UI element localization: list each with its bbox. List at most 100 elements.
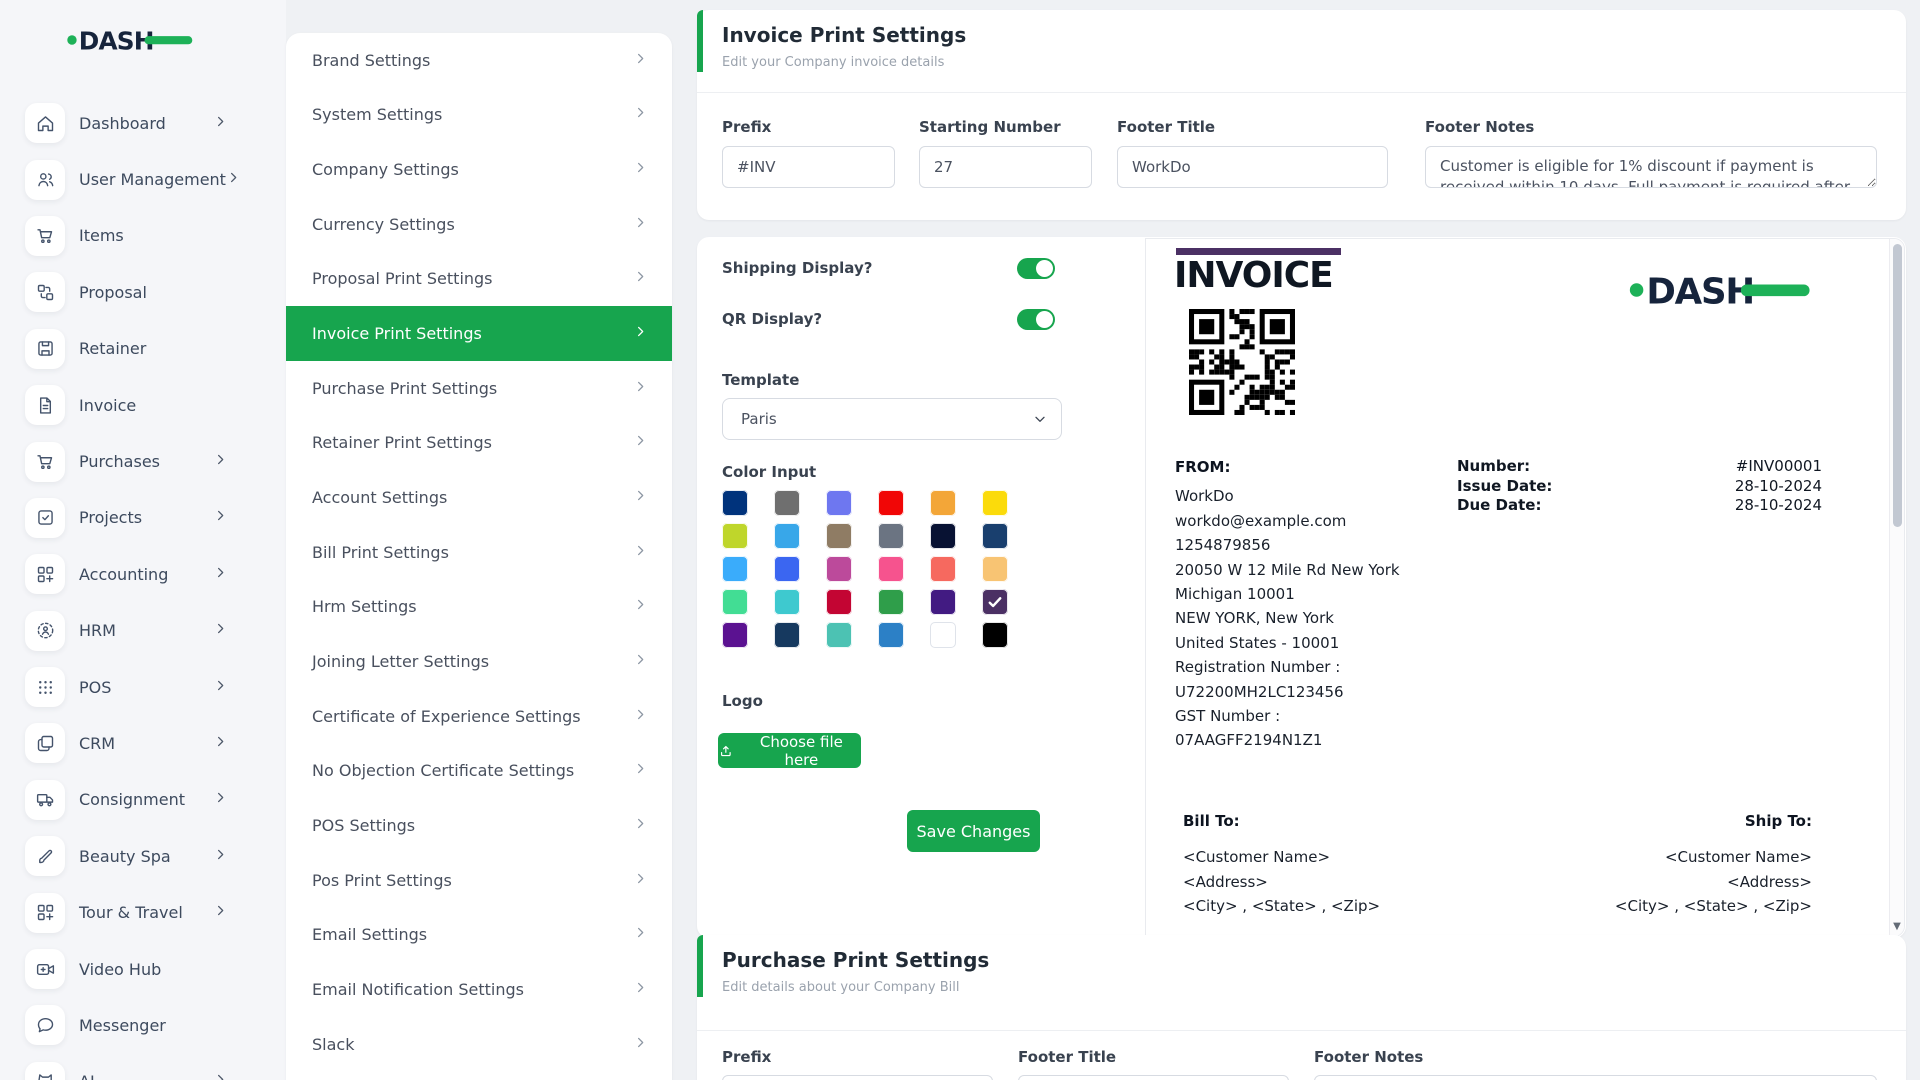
sidebar-item-retainer[interactable]: Retainer	[0, 321, 286, 377]
from-line: 1254879856	[1175, 533, 1515, 557]
meta-label: Due Date:	[1457, 496, 1541, 516]
sidebar-item-pos[interactable]: POS	[0, 659, 286, 715]
settings-item-label: Certificate of Experience Settings	[312, 707, 581, 726]
brand-logo[interactable]: DASH	[66, 22, 194, 58]
settings-item-account-settings[interactable]: Account Settings	[286, 470, 672, 525]
purchase-footer-notes-input[interactable]	[1314, 1075, 1877, 1080]
cart-icon	[25, 216, 65, 256]
settings-item-pos-print-settings[interactable]: Pos Print Settings	[286, 853, 672, 908]
color-swatch-13[interactable]	[774, 556, 800, 582]
color-swatch-26[interactable]	[826, 622, 852, 648]
color-swatch-7[interactable]	[774, 523, 800, 549]
settings-item-system-settings[interactable]: System Settings	[286, 88, 672, 143]
settings-item-retainer-print-settings[interactable]: Retainer Print Settings	[286, 416, 672, 471]
sidebar-item-items[interactable]: Items	[0, 208, 286, 264]
color-swatch-5[interactable]	[982, 490, 1008, 516]
sidebar-item-proposal[interactable]: Proposal	[0, 264, 286, 320]
ship-to-lines: <Customer Name><Address><City> , <State>…	[1615, 845, 1812, 918]
choose-file-button[interactable]: Choose file here	[718, 733, 861, 768]
settings-item-label: Bill Print Settings	[312, 543, 449, 562]
color-swatch-21[interactable]	[878, 589, 904, 615]
sidebar-item-purchases[interactable]: Purchases	[0, 433, 286, 489]
color-swatch-28[interactable]	[930, 622, 956, 648]
sidebar-item-messenger[interactable]: Messenger	[0, 997, 286, 1053]
user-scan-icon	[25, 611, 65, 651]
settings-item-pos-settings[interactable]: POS Settings	[286, 798, 672, 853]
sidebar-item-dashboard[interactable]: Dashboard	[0, 95, 286, 151]
color-swatch-25[interactable]	[774, 622, 800, 648]
sidebar-item-crm[interactable]: CRM	[0, 715, 286, 771]
color-swatch-0[interactable]	[722, 490, 748, 516]
color-swatch-6[interactable]	[722, 523, 748, 549]
sidebar-item-ai[interactable]: AI	[0, 1054, 286, 1080]
invoice-preview: INVOICE DASH FROM: WorkDoworkdo@example.…	[1145, 238, 1905, 937]
preview-scrollbar-thumb[interactable]	[1893, 244, 1902, 527]
color-swatch-24[interactable]	[722, 622, 748, 648]
chevron-right-icon	[633, 980, 648, 999]
sidebar-item-hrm[interactable]: HRM	[0, 603, 286, 659]
prefix-input[interactable]	[722, 146, 895, 188]
starting-number-input[interactable]	[919, 146, 1092, 188]
purchase-footer-title-input[interactable]	[1018, 1075, 1289, 1080]
save-changes-button[interactable]: Save Changes	[907, 810, 1040, 852]
footer-title-input[interactable]	[1117, 146, 1388, 188]
footer-notes-input[interactable]: Customer is eligible for 1% discount if …	[1425, 146, 1877, 188]
purchase-prefix-input[interactable]	[722, 1075, 993, 1080]
sidebar-item-accounting[interactable]: Accounting	[0, 546, 286, 602]
color-swatch-17[interactable]	[982, 556, 1008, 582]
color-swatch-2[interactable]	[826, 490, 852, 516]
meta-label: Number:	[1457, 457, 1530, 477]
color-swatch-1[interactable]	[774, 490, 800, 516]
color-swatch-selected[interactable]	[982, 589, 1008, 615]
color-swatch-3[interactable]	[878, 490, 904, 516]
sidebar-item-invoice[interactable]: Invoice	[0, 377, 286, 433]
qr-display-toggle[interactable]	[1017, 309, 1055, 330]
footer-title-label: Footer Title	[1117, 118, 1215, 136]
settings-item-company-settings[interactable]: Company Settings	[286, 142, 672, 197]
settings-item-proposal-print-settings[interactable]: Proposal Print Settings	[286, 252, 672, 307]
settings-item-invoice-print-settings[interactable]: Invoice Print Settings	[286, 306, 672, 361]
color-swatch-8[interactable]	[826, 523, 852, 549]
sidebar-item-beauty-spa[interactable]: Beauty Spa	[0, 828, 286, 884]
color-swatch-22[interactable]	[930, 589, 956, 615]
settings-item-email-settings[interactable]: Email Settings	[286, 908, 672, 963]
color-swatch-19[interactable]	[774, 589, 800, 615]
upload-icon	[718, 743, 734, 759]
settings-item-currency-settings[interactable]: Currency Settings	[286, 197, 672, 252]
scroll-down-arrow[interactable]: ▼	[1890, 919, 1904, 934]
shipping-display-toggle[interactable]	[1017, 258, 1055, 279]
settings-item-brand-settings[interactable]: Brand Settings	[286, 33, 672, 88]
color-swatch-9[interactable]	[878, 523, 904, 549]
color-swatch-20[interactable]	[826, 589, 852, 615]
color-swatch-16[interactable]	[930, 556, 956, 582]
sidebar-item-video-hub[interactable]: Video Hub	[0, 941, 286, 997]
settings-item-purchase-print-settings[interactable]: Purchase Print Settings	[286, 361, 672, 416]
color-swatch-15[interactable]	[878, 556, 904, 582]
chevron-right-icon	[633, 379, 648, 398]
settings-item-email-notification-settings[interactable]: Email Notification Settings	[286, 962, 672, 1017]
color-swatch-10[interactable]	[930, 523, 956, 549]
sidebar-item-tour-travel[interactable]: Tour & Travel	[0, 884, 286, 940]
settings-item-joining-letter-settings[interactable]: Joining Letter Settings	[286, 634, 672, 689]
sidebar-item-user-management[interactable]: User Management	[0, 151, 286, 207]
settings-item-certificate-of-experience-settings[interactable]: Certificate of Experience Settings	[286, 689, 672, 744]
dots-grid-icon	[25, 667, 65, 707]
color-swatch-14[interactable]	[826, 556, 852, 582]
settings-item-bill-print-settings[interactable]: Bill Print Settings	[286, 525, 672, 580]
sidebar-item-consignment[interactable]: Consignment	[0, 772, 286, 828]
color-swatch-4[interactable]	[930, 490, 956, 516]
template-select[interactable]: Paris	[722, 398, 1062, 440]
settings-item-hrm-settings[interactable]: Hrm Settings	[286, 580, 672, 635]
color-swatch-11[interactable]	[982, 523, 1008, 549]
settings-item-no-objection-certificate-settings[interactable]: No Objection Certificate Settings	[286, 744, 672, 799]
settings-item-label: No Objection Certificate Settings	[312, 761, 574, 780]
color-swatch-27[interactable]	[878, 622, 904, 648]
preview-scrollbar[interactable]: ▼	[1889, 239, 1904, 936]
color-swatch-29[interactable]	[982, 622, 1008, 648]
invoice-company-logo: DASH	[1628, 267, 1812, 313]
sidebar-item-projects[interactable]: Projects	[0, 490, 286, 546]
color-swatch-18[interactable]	[722, 589, 748, 615]
color-swatch-12[interactable]	[722, 556, 748, 582]
settings-item-slack[interactable]: Slack	[286, 1017, 672, 1072]
sidebar-item-label: Beauty Spa	[79, 847, 213, 866]
